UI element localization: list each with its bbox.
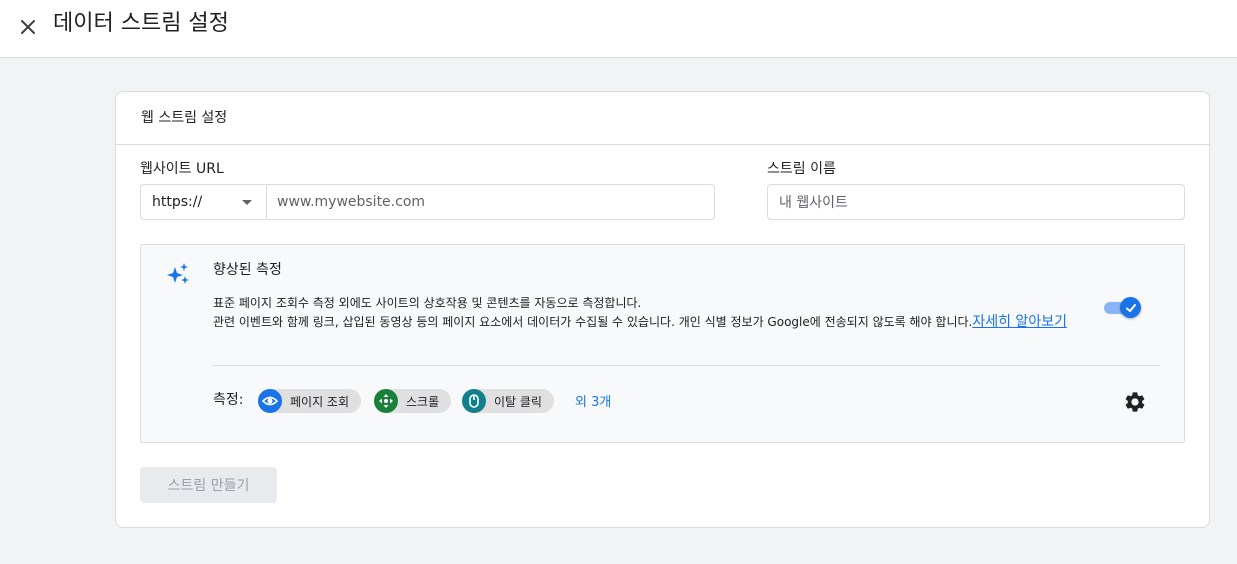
chip-label: 페이지 조회 [290,394,350,409]
web-stream-card: 웹 스트림 설정 웹사이트 URL https:// www.mywebsite… [115,91,1210,528]
learn-more-link[interactable]: 자세히 알아보기 [972,314,1067,330]
divider [213,365,1160,366]
chip-label: 이탈 클릭 [494,394,542,409]
create-stream-button[interactable]: 스트림 만들기 [140,467,277,503]
enhanced-measurement-description: 표준 페이지 조회수 측정 외에도 사이트의 상호작용 및 콘텐츠를 자동으로 … [213,294,1113,332]
stream-name-label: 스트림 이름 [767,161,836,177]
protocol-select[interactable]: https:// [141,185,267,219]
close-icon [21,20,35,34]
check-icon [1125,303,1136,312]
eye-icon [258,389,282,413]
website-url-group: https:// www.mywebsite.com [140,184,715,220]
enhanced-measurement-panel: 향상된 측정 표준 페이지 조회수 측정 외에도 사이트의 상호작용 및 콘텐츠… [140,244,1185,443]
chip-label: 스크롤 [406,394,440,409]
dropdown-arrow-icon [242,199,252,205]
description-line-2: 관련 이벤트와 함께 링크, 삽입된 동영상 등의 페이지 요소에서 데이터가 … [213,315,973,329]
protocol-value: https:// [152,194,203,210]
stream-name-input[interactable]: 내 웹사이트 [767,184,1185,220]
top-bar: 데이터 스트림 설정 [0,0,1237,58]
description-line-1: 표준 페이지 조회수 측정 외에도 사이트의 상호작용 및 콘텐츠를 자동으로 … [213,296,642,310]
card-title: 웹 스트림 설정 [116,92,1209,145]
chip-outbound-clicks[interactable]: 이탈 클릭 [462,389,554,413]
page-title: 데이터 스트림 설정 [53,11,229,36]
gear-icon [1125,392,1145,412]
measurement-label: 측정: [213,392,244,408]
website-url-input[interactable]: www.mywebsite.com [267,185,714,219]
close-button[interactable] [12,11,44,43]
website-url-label: 웹사이트 URL [140,161,224,177]
settings-button[interactable] [1123,390,1147,414]
scroll-crosshair-icon [374,389,398,413]
enhanced-measurement-toggle[interactable] [1104,296,1142,320]
enhanced-measurement-title: 향상된 측정 [213,262,282,278]
more-measurements-link[interactable]: 외 3개 [575,391,611,410]
chip-page-views[interactable]: 페이지 조회 [258,389,362,413]
sparkle-icon [167,263,189,284]
mouse-icon [462,389,486,413]
chip-scroll[interactable]: 스크롤 [374,389,452,413]
toggle-knob [1120,297,1141,318]
